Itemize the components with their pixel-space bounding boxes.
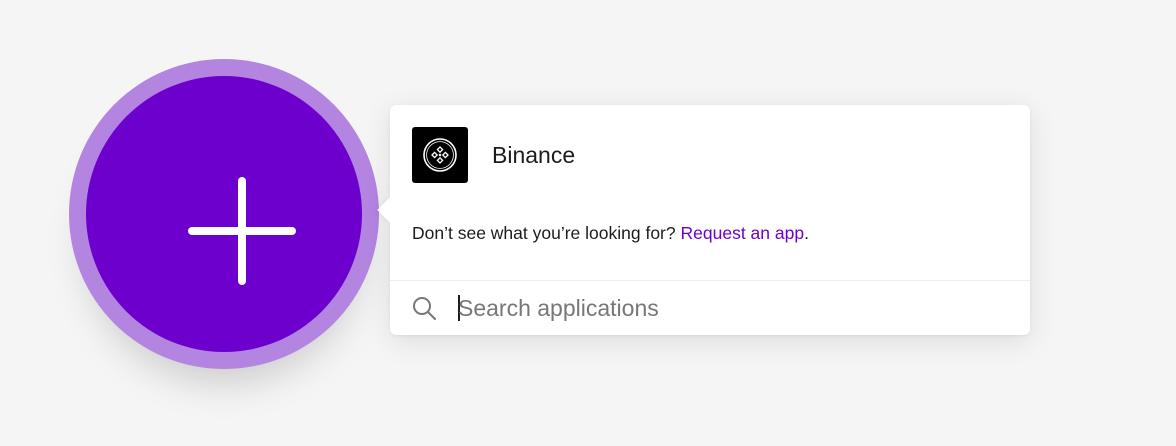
binance-logo-icon [412,127,468,183]
popover-arrow [377,197,403,223]
search-input[interactable] [458,290,998,326]
request-suffix: . [804,223,809,243]
request-app-link[interactable]: Request an app [681,223,805,243]
add-module-circle [86,76,362,352]
request-app-text: Don’t see what you’re looking for? Reque… [412,223,809,244]
add-module-button[interactable] [69,59,379,369]
app-item-binance[interactable]: Binance [412,126,575,184]
app-name: Binance [492,141,576,168]
search-bar [390,281,1030,335]
request-prompt: Don’t see what you’re looking for? [412,223,676,243]
app-search-popover: Binance Don’t see what you’re looking fo… [377,105,1030,335]
search-icon [413,297,436,320]
plus-icon [188,177,296,285]
